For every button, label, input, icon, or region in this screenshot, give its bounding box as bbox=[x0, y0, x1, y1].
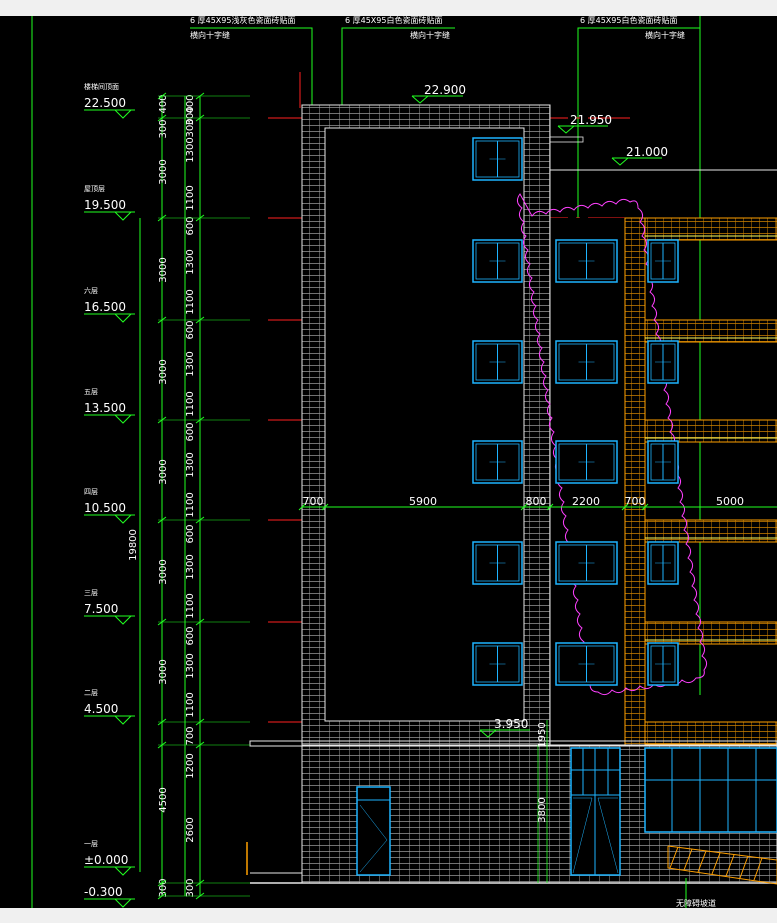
elevation-value: 21.950 bbox=[570, 113, 612, 127]
elevation-value: 21.000 bbox=[626, 145, 668, 159]
vertical-dim-lower: 700 bbox=[185, 726, 196, 745]
vertical-dim-lower: 600 bbox=[185, 422, 196, 441]
ramp-label: 无障碍坡道 bbox=[676, 898, 716, 908]
vertical-dim-lower: 1300 bbox=[185, 249, 196, 274]
window bbox=[472, 340, 523, 384]
window bbox=[647, 541, 679, 585]
level-value: 10.500 bbox=[84, 501, 126, 515]
horizontal-dim: 700 bbox=[303, 495, 324, 508]
elevation-value: 3.950 bbox=[494, 717, 528, 731]
vertical-dim-upper: 4500 bbox=[158, 787, 169, 812]
level-value: 16.500 bbox=[84, 300, 126, 314]
level-value: 22.500 bbox=[84, 96, 126, 110]
vertical-dim-lower: 1300 bbox=[185, 137, 196, 162]
vertical-dim-lower: 1300 bbox=[185, 351, 196, 376]
level-value: 13.500 bbox=[84, 401, 126, 415]
level-name: 屋顶层 bbox=[84, 185, 105, 193]
level-marker: 一层 ±0.000 bbox=[84, 840, 135, 876]
level-name: 五层 bbox=[84, 388, 98, 396]
canopy-side-dim: 1950 bbox=[537, 722, 548, 747]
window bbox=[555, 239, 618, 283]
level-name: 三层 bbox=[84, 589, 98, 597]
window bbox=[472, 642, 523, 686]
window bbox=[472, 239, 523, 283]
horizontal-dim: 5000 bbox=[716, 495, 744, 508]
vertical-dim-lower: 600 bbox=[185, 524, 196, 543]
level-marker: 屋顶层 19.500 bbox=[84, 185, 135, 221]
horizontal-dim: 700 bbox=[625, 495, 646, 508]
vertical-dim-lower: 1100 bbox=[185, 289, 196, 314]
level-marker: -0.300 bbox=[84, 885, 135, 908]
vertical-dim-lower: 1100 bbox=[185, 692, 196, 717]
top-note-1-line2: 横向十字缝 bbox=[190, 30, 230, 40]
vertical-dim-upper: 3000 bbox=[158, 559, 169, 584]
top-note-3-line1: 6 厚45X95白色瓷面砖贴面 bbox=[580, 15, 677, 25]
vertical-dim-lower: 600 bbox=[185, 216, 196, 235]
level-marker: 楼梯间顶面 22.500 bbox=[84, 82, 135, 119]
window bbox=[647, 239, 679, 283]
vertical-dim-lower: 1100 bbox=[185, 185, 196, 210]
level-name: 四层 bbox=[84, 488, 98, 496]
door-height-dim: 3800 bbox=[537, 797, 548, 822]
vertical-dim-upper: 3000 bbox=[158, 257, 169, 282]
level-marker: 五层 13.500 bbox=[84, 388, 135, 424]
vertical-dim-upper: 3000 bbox=[158, 359, 169, 384]
vertical-dim-upper: 3000 bbox=[158, 659, 169, 684]
cad-viewport[interactable]: 楼梯间顶面 22.500 屋顶层 19.500 六层 16.500 五层 13.500 四层 10… bbox=[0, 0, 777, 923]
vertical-dim-lower: 1300 bbox=[185, 653, 196, 678]
window bbox=[647, 340, 679, 384]
top-note-1-line1: 6 厚45X95浅灰色瓷面砖贴面 bbox=[190, 15, 295, 25]
level-marker: 六层 16.500 bbox=[84, 286, 135, 323]
level-name: 一层 bbox=[84, 840, 98, 848]
level-name: 楼梯间顶面 bbox=[84, 82, 119, 91]
vertical-dim-lower: 1300 bbox=[185, 554, 196, 579]
vertical-dim-lower: 600 bbox=[185, 626, 196, 645]
elevation-mark-parapet: 21.950 bbox=[557, 113, 612, 134]
elevation-mark-top: 22.900 bbox=[411, 83, 466, 104]
level-marker: 四层 10.500 bbox=[84, 488, 135, 524]
top-note-3-line2: 横向十字缝 bbox=[645, 30, 685, 40]
window bbox=[647, 642, 679, 686]
vertical-dim-lower: 1200 bbox=[185, 753, 196, 778]
vertical-dim-upper: 3000 bbox=[158, 459, 169, 484]
level-marker: 二层 4.500 bbox=[84, 689, 135, 725]
level-value: 4.500 bbox=[84, 702, 118, 716]
level-value: 7.500 bbox=[84, 602, 118, 616]
vertical-dim-lower: 300 bbox=[185, 118, 196, 137]
window bbox=[555, 340, 618, 384]
vertical-dim-lower: 1100 bbox=[185, 593, 196, 618]
window bbox=[472, 440, 523, 484]
level-value: -0.300 bbox=[84, 885, 123, 899]
level-name: 二层 bbox=[84, 689, 98, 697]
total-height-dim: 19800 bbox=[128, 529, 139, 561]
vertical-dim-lower: 1100 bbox=[185, 492, 196, 517]
level-marker: 三层 7.500 bbox=[84, 589, 135, 625]
window bbox=[472, 541, 523, 585]
window bbox=[647, 440, 679, 484]
vertical-dim-lower: 1100 bbox=[185, 391, 196, 416]
window bbox=[555, 642, 618, 686]
top-note-2-line2: 横向十字缝 bbox=[410, 30, 450, 40]
window bbox=[472, 137, 523, 181]
level-value: ±0.000 bbox=[84, 853, 128, 867]
horizontal-dim: 800 bbox=[526, 495, 547, 508]
window bbox=[555, 541, 618, 585]
vertical-dim-lower: 1300 bbox=[185, 452, 196, 477]
horizontal-dim: 5900 bbox=[409, 495, 437, 508]
elevation-value: 22.900 bbox=[424, 83, 466, 97]
elevation-mark-roof: 21.000 bbox=[611, 145, 668, 166]
vertical-dim-upper: 3000 bbox=[158, 159, 169, 184]
level-name: 六层 bbox=[84, 286, 98, 295]
vertical-dim-lower: 600 bbox=[185, 320, 196, 339]
vertical-dim-lower: 300 bbox=[185, 878, 196, 897]
horizontal-dim: 2200 bbox=[572, 495, 600, 508]
elevation-drawing[interactable]: 楼梯间顶面 22.500 屋顶层 19.500 六层 16.500 五层 13.500 四层 10… bbox=[0, 0, 777, 923]
level-value: 19.500 bbox=[84, 198, 126, 212]
status-strip bbox=[0, 908, 777, 923]
window bbox=[555, 440, 618, 484]
vertical-dim-upper: 300 bbox=[158, 119, 169, 138]
vertical-dim-lower: 2600 bbox=[185, 817, 196, 842]
top-note-2-line1: 6 厚45X95白色瓷面砖贴面 bbox=[345, 15, 442, 25]
